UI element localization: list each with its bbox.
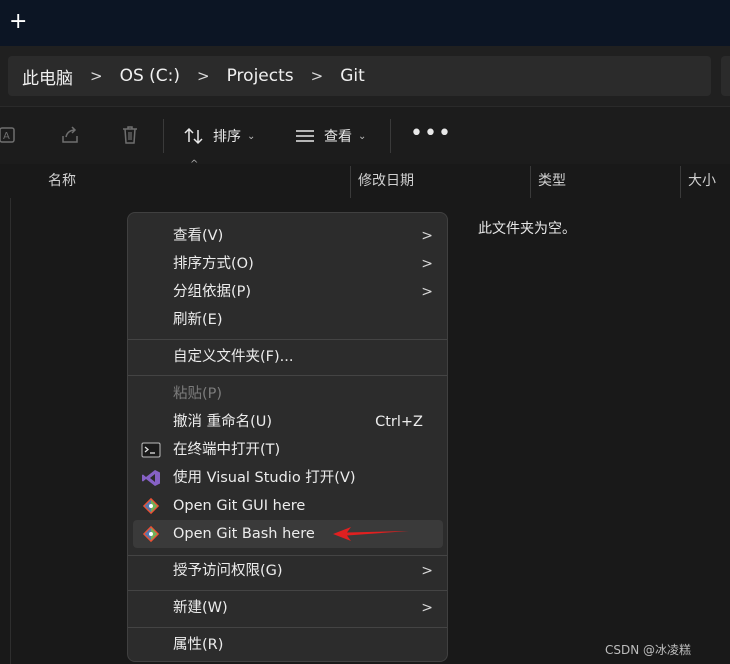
menu-item-label: 新建(W) xyxy=(173,600,228,616)
toolbar-divider xyxy=(163,119,164,153)
chevron-right-icon: > xyxy=(421,228,433,244)
menu-item-open-terminal[interactable]: 在终端中打开(T) xyxy=(133,436,443,464)
context-menu: 查看(V) > 排序方式(O) > 分组依据(P) > 刷新(E) 自定义文件夹… xyxy=(127,212,448,662)
terminal-icon xyxy=(141,442,161,458)
column-size[interactable]: 大小 xyxy=(688,164,716,198)
menu-item-label: 粘贴(P) xyxy=(173,386,223,402)
breadcrumb-this-pc[interactable]: 此电脑 xyxy=(22,64,73,89)
view-button[interactable]: 查看 ⌄ xyxy=(294,123,366,149)
address-bar: 此电脑 > OS (C:) > Projects > Git xyxy=(0,46,730,106)
menu-item-label: 分组依据(P) xyxy=(173,284,252,300)
menu-item-group-by[interactable]: 分组依据(P) > xyxy=(133,278,443,306)
chevron-down-icon: ⌄ xyxy=(247,130,256,142)
column-divider[interactable] xyxy=(350,166,351,198)
new-tab-button[interactable]: + xyxy=(9,11,27,33)
command-bar: A 排序 ⌄ 查看 ⌄ ••• xyxy=(0,106,730,166)
menu-item-give-access[interactable]: 授予访问权限(G) > xyxy=(133,557,443,585)
menu-item-customize-folder[interactable]: 自定义文件夹(F)... xyxy=(133,343,443,371)
menu-item-label: 属性(R) xyxy=(173,637,224,653)
breadcrumb-os-c[interactable]: OS (C:) xyxy=(120,66,180,86)
sort-button[interactable]: 排序 ⌄ xyxy=(183,123,255,149)
chevron-right-icon: > xyxy=(421,563,433,579)
more-options-button[interactable]: ••• xyxy=(410,123,452,145)
menu-item-label: Open Git Bash here xyxy=(173,526,315,542)
menu-item-new[interactable]: 新建(W) > xyxy=(133,594,443,622)
column-divider[interactable] xyxy=(530,166,531,198)
menu-item-label: 授予访问权限(G) xyxy=(173,563,283,579)
column-name[interactable]: 名称 xyxy=(48,164,76,198)
red-arrow-annotation-icon xyxy=(333,527,409,541)
view-list-icon xyxy=(296,130,314,142)
menu-separator xyxy=(128,339,447,340)
git-bash-icon xyxy=(142,525,160,543)
menu-item-label: 使用 Visual Studio 打开(V) xyxy=(173,470,356,486)
column-header: ^ 名称 修改日期 类型 大小 xyxy=(0,159,730,198)
sort-caret-icon: ^ xyxy=(190,159,199,170)
menu-item-label: 在终端中打开(T) xyxy=(173,442,281,458)
menu-item-label: 自定义文件夹(F)... xyxy=(173,349,294,365)
breadcrumb-git[interactable]: Git xyxy=(340,66,365,86)
menu-item-label: 排序方式(O) xyxy=(173,256,254,272)
menu-item-label: 撤消 重命名(U) xyxy=(173,414,273,430)
chevron-right-icon: > xyxy=(421,284,433,300)
menu-separator xyxy=(128,375,447,376)
rename-icon[interactable]: A xyxy=(0,124,20,146)
visual-studio-icon xyxy=(142,470,160,486)
chevron-right-icon: > xyxy=(421,600,433,616)
column-type[interactable]: 类型 xyxy=(538,164,566,198)
menu-item-label: Open Git GUI here xyxy=(173,498,306,514)
empty-folder-message: 此文件夹为空。 xyxy=(478,221,576,237)
menu-item-refresh[interactable]: 刷新(E) xyxy=(133,306,443,334)
chevron-right-icon[interactable]: > xyxy=(294,67,341,85)
menu-item-label: 查看(V) xyxy=(173,228,224,244)
toolbar-divider xyxy=(390,119,391,153)
chevron-down-icon: ⌄ xyxy=(358,130,367,142)
menu-item-view[interactable]: 查看(V) > xyxy=(133,222,443,250)
breadcrumb[interactable]: 此电脑 > OS (C:) > Projects > Git xyxy=(8,56,711,96)
menu-item-label: 刷新(E) xyxy=(173,312,223,328)
menu-item-paste: 粘贴(P) xyxy=(133,380,443,408)
menu-item-properties[interactable]: 属性(R) xyxy=(133,631,443,659)
tab-bar: + xyxy=(0,0,730,46)
navigation-pane-edge xyxy=(0,164,11,664)
menu-separator xyxy=(128,555,447,556)
breadcrumb-projects[interactable]: Projects xyxy=(227,66,294,86)
svg-text:A: A xyxy=(3,131,10,142)
menu-item-open-git-bash[interactable]: Open Git Bash here xyxy=(133,520,443,548)
menu-item-open-git-gui[interactable]: Open Git GUI here xyxy=(133,492,443,520)
menu-separator xyxy=(128,590,447,591)
git-gui-icon xyxy=(142,497,160,515)
watermark: CSDN @冰凌糕 xyxy=(605,643,692,657)
menu-item-shortcut: Ctrl+Z xyxy=(375,414,423,430)
menu-item-undo-rename[interactable]: 撤消 重命名(U) Ctrl+Z xyxy=(133,408,443,436)
column-divider[interactable] xyxy=(680,166,681,198)
search-box[interactable] xyxy=(721,56,730,96)
sort-label: 排序 xyxy=(213,129,241,145)
chevron-right-icon[interactable]: > xyxy=(180,67,227,85)
chevron-right-icon[interactable]: > xyxy=(73,67,120,85)
share-icon[interactable] xyxy=(59,124,81,146)
column-modified[interactable]: 修改日期 xyxy=(358,164,414,198)
menu-item-open-visual-studio[interactable]: 使用 Visual Studio 打开(V) xyxy=(133,464,443,492)
sort-icon xyxy=(184,127,203,145)
delete-icon[interactable] xyxy=(119,124,141,146)
view-label: 查看 xyxy=(324,129,352,145)
menu-separator xyxy=(128,627,447,628)
chevron-right-icon: > xyxy=(421,256,433,272)
menu-item-sort-by[interactable]: 排序方式(O) > xyxy=(133,250,443,278)
